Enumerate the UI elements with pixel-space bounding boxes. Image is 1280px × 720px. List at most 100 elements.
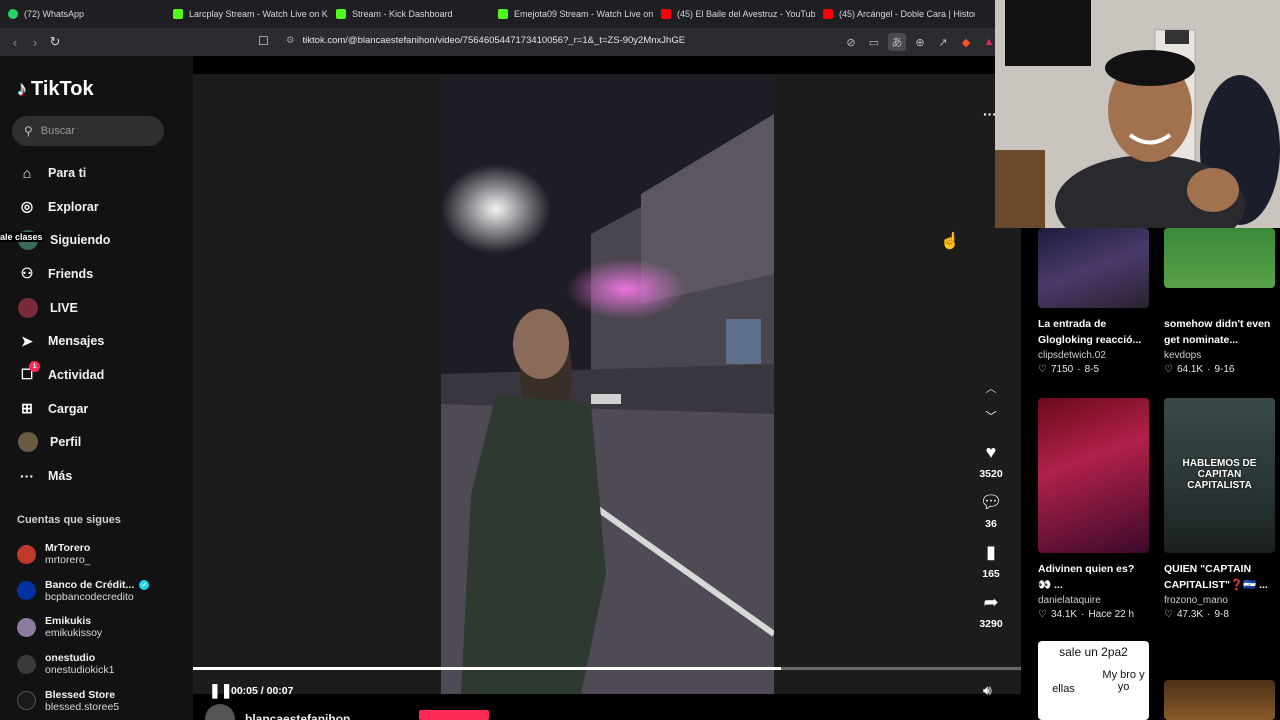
video-thumbnail xyxy=(1038,228,1149,308)
browser-tab[interactable]: (45) Arcángel - Doble Cara | Historias xyxy=(815,0,975,28)
live-icon xyxy=(18,297,38,318)
browser-tab[interactable]: (72) WhatsApp xyxy=(0,0,165,28)
previous-video-icon[interactable]: ︿ xyxy=(986,374,997,402)
video-card[interactable]: Adivinen quien es? 👀 ... danielataquire … xyxy=(1038,398,1149,620)
more-icon: ··· xyxy=(20,468,34,485)
author-name[interactable]: blancaestefanihon xyxy=(245,712,350,720)
url-field[interactable]: ⚙ tiktok.com/@blancaestefanihon/video/756… xyxy=(286,35,685,46)
video-meta: ♡ 64.1K · 9-16 xyxy=(1164,364,1275,375)
friends-icon: ⚇ xyxy=(20,265,34,282)
video-card[interactable]: HABLEMOS DE CAPITAN CAPITALISTA QUIEN "C… xyxy=(1164,398,1275,620)
following-item[interactable]: Blessed Store blessed.storee5 xyxy=(0,682,193,719)
meta-separator: · xyxy=(1207,609,1211,620)
address-bar-actions: ⊘ ▭ あ ⊕ ↗ ◆ ▲ xyxy=(842,33,998,51)
browser-tab[interactable]: Emejota09 Stream - Watch Live on Ki xyxy=(490,0,653,28)
webcam-scene xyxy=(995,0,1280,228)
video-card[interactable]: La entrada de Glogloking reacció... clip… xyxy=(1038,228,1149,375)
comment-icon: 💬︎ xyxy=(979,491,1003,512)
bookmark-page-icon[interactable]: ☐ xyxy=(258,34,269,48)
meta-separator: · xyxy=(1081,609,1085,620)
webcam-overlay xyxy=(995,0,1280,228)
like-action[interactable]: ♥ 3520 xyxy=(979,440,1003,481)
tab-label: Stream - Kick Dashboard xyxy=(352,9,453,19)
video-actions: ︿ ﹀ ♥ 3520 💬︎ 36 ▮ 165 ➦ 3290 xyxy=(971,374,1011,630)
video-card[interactable] xyxy=(1164,680,1275,720)
browser-tab[interactable]: (45) El Baile del Avestruz - YouTube xyxy=(653,0,815,28)
video-card[interactable]: sale un 2pa2 My bro y yo ellas xyxy=(1038,641,1149,720)
site-info-icon[interactable]: ⚙ xyxy=(286,35,295,46)
nav-item-mensajes[interactable]: ➤ Mensajes xyxy=(0,324,193,358)
following-item[interactable]: Emikukis emikukissoy xyxy=(0,609,193,646)
video-thumbnail: sale un 2pa2 My bro y yo ellas xyxy=(1038,641,1149,720)
bookmark-icon: ▮ xyxy=(986,541,996,562)
thumbnail-caption: ellas xyxy=(1052,683,1075,695)
search-box: ⚲ xyxy=(12,116,164,146)
account-handle: mrtorero_ xyxy=(45,554,91,567)
share-action[interactable]: ➦ 3290 xyxy=(979,590,1002,631)
video-meta: ♡ 7150 · 8-5 xyxy=(1038,364,1149,375)
next-video-icon[interactable]: ﹀ xyxy=(986,402,997,430)
tab-label: Larcplay Stream - Watch Live on Kick xyxy=(189,9,328,19)
account-name: Blessed Store xyxy=(45,689,119,701)
screen: (72) WhatsApp Larcplay Stream - Watch Li… xyxy=(0,0,1280,720)
account-name-text: Banco de Crédit... xyxy=(45,578,135,591)
following-item[interactable]: MrTorero mrtorero_ xyxy=(0,536,193,573)
search-icon: ⚲ xyxy=(24,124,33,138)
bookmark-action[interactable]: ▮ 165 xyxy=(982,540,1000,581)
following-item[interactable]: onestudio onestudiokick1 xyxy=(0,646,193,683)
video-stage[interactable]: ··· ☝ ︿ ﹀ ♥ 3520 💬︎ 36 ▮ 165 ➦ 3290 ❚❚ 0… xyxy=(193,74,1021,698)
pause-icon[interactable]: ❚❚ xyxy=(209,682,232,699)
brave-shield-icon[interactable]: ◆ xyxy=(957,33,975,51)
nav-item-live[interactable]: LIVE xyxy=(0,291,193,325)
back-icon[interactable]: ‹ xyxy=(5,32,25,52)
progress-bar[interactable] xyxy=(193,667,1021,670)
nav-list: ⌂ Para ti ◎ Explorar Siguiendo ⚇ Friends… xyxy=(0,156,193,493)
cast-icon[interactable]: ⊘ xyxy=(842,33,860,51)
share-page-icon[interactable]: ↗ xyxy=(934,33,952,51)
video-card[interactable]: somehow didn't even get nominate... kevd… xyxy=(1164,228,1275,375)
comment-count: 36 xyxy=(985,518,997,530)
nav-item-cargar[interactable]: ⊞ Cargar xyxy=(0,392,193,426)
comment-action[interactable]: 💬︎ 36 xyxy=(979,490,1003,531)
volume-icon[interactable]: 🔊︎ xyxy=(983,682,992,699)
search-input[interactable] xyxy=(40,125,151,137)
zoom-icon[interactable]: ⊕ xyxy=(911,33,929,51)
nav-label: Más xyxy=(48,469,73,484)
avatar xyxy=(17,581,36,601)
account-handle: emikukissoy xyxy=(45,627,103,640)
author-avatar[interactable] xyxy=(205,704,235,720)
nav-item-perfil[interactable]: Perfil xyxy=(0,426,193,460)
overlay-caption: ale clases xyxy=(0,232,43,242)
account-name-text: Blessed Store xyxy=(45,688,116,701)
heart-outline-icon: ♡ xyxy=(1164,364,1173,375)
heart-outline-icon: ♡ xyxy=(1164,609,1173,620)
avatar xyxy=(17,617,36,637)
video-meta: ♡ 47.3K · 9-8 xyxy=(1164,609,1275,620)
like-count: 3520 xyxy=(979,468,1003,480)
reload-icon[interactable]: ↻ xyxy=(45,32,65,52)
browser-tab[interactable]: Larcplay Stream - Watch Live on Kick xyxy=(165,0,328,28)
account-name: onestudio xyxy=(45,652,114,664)
browser-tab[interactable]: Stream - Kick Dashboard xyxy=(328,0,490,28)
video-thumbnail xyxy=(1164,228,1275,288)
nav-item-friends[interactable]: ⚇ Friends xyxy=(0,257,193,291)
following-item[interactable]: Banco de Crédit... ✓ bcpbancodecredito xyxy=(0,573,193,610)
meta-separator: · xyxy=(1077,364,1081,375)
follow-button[interactable] xyxy=(419,710,489,720)
nav-item-actividad[interactable]: ☐ 1 Actividad xyxy=(0,358,193,392)
nav-item-mas[interactable]: ··· Más xyxy=(0,459,193,493)
nav-item-para-ti[interactable]: ⌂ Para ti xyxy=(0,156,193,190)
nav-item-explorar[interactable]: ◎ Explorar xyxy=(0,190,193,224)
screen-icon[interactable]: ▭ xyxy=(865,33,883,51)
bookmark-count: 165 xyxy=(982,568,1000,580)
forward-icon[interactable]: › xyxy=(25,32,45,52)
video-frame[interactable] xyxy=(441,74,774,694)
video-author: kevdops xyxy=(1164,350,1202,361)
video-scene xyxy=(441,74,774,694)
profile-icon xyxy=(18,432,38,453)
translate-icon[interactable]: あ xyxy=(888,33,906,51)
video-author: danielataquire xyxy=(1038,595,1101,606)
video-thumbnail: HABLEMOS DE CAPITAN CAPITALISTA xyxy=(1164,398,1275,553)
compass-icon: ◎ xyxy=(20,198,34,215)
tiktok-logo[interactable]: ♪ TikTok xyxy=(17,78,94,101)
